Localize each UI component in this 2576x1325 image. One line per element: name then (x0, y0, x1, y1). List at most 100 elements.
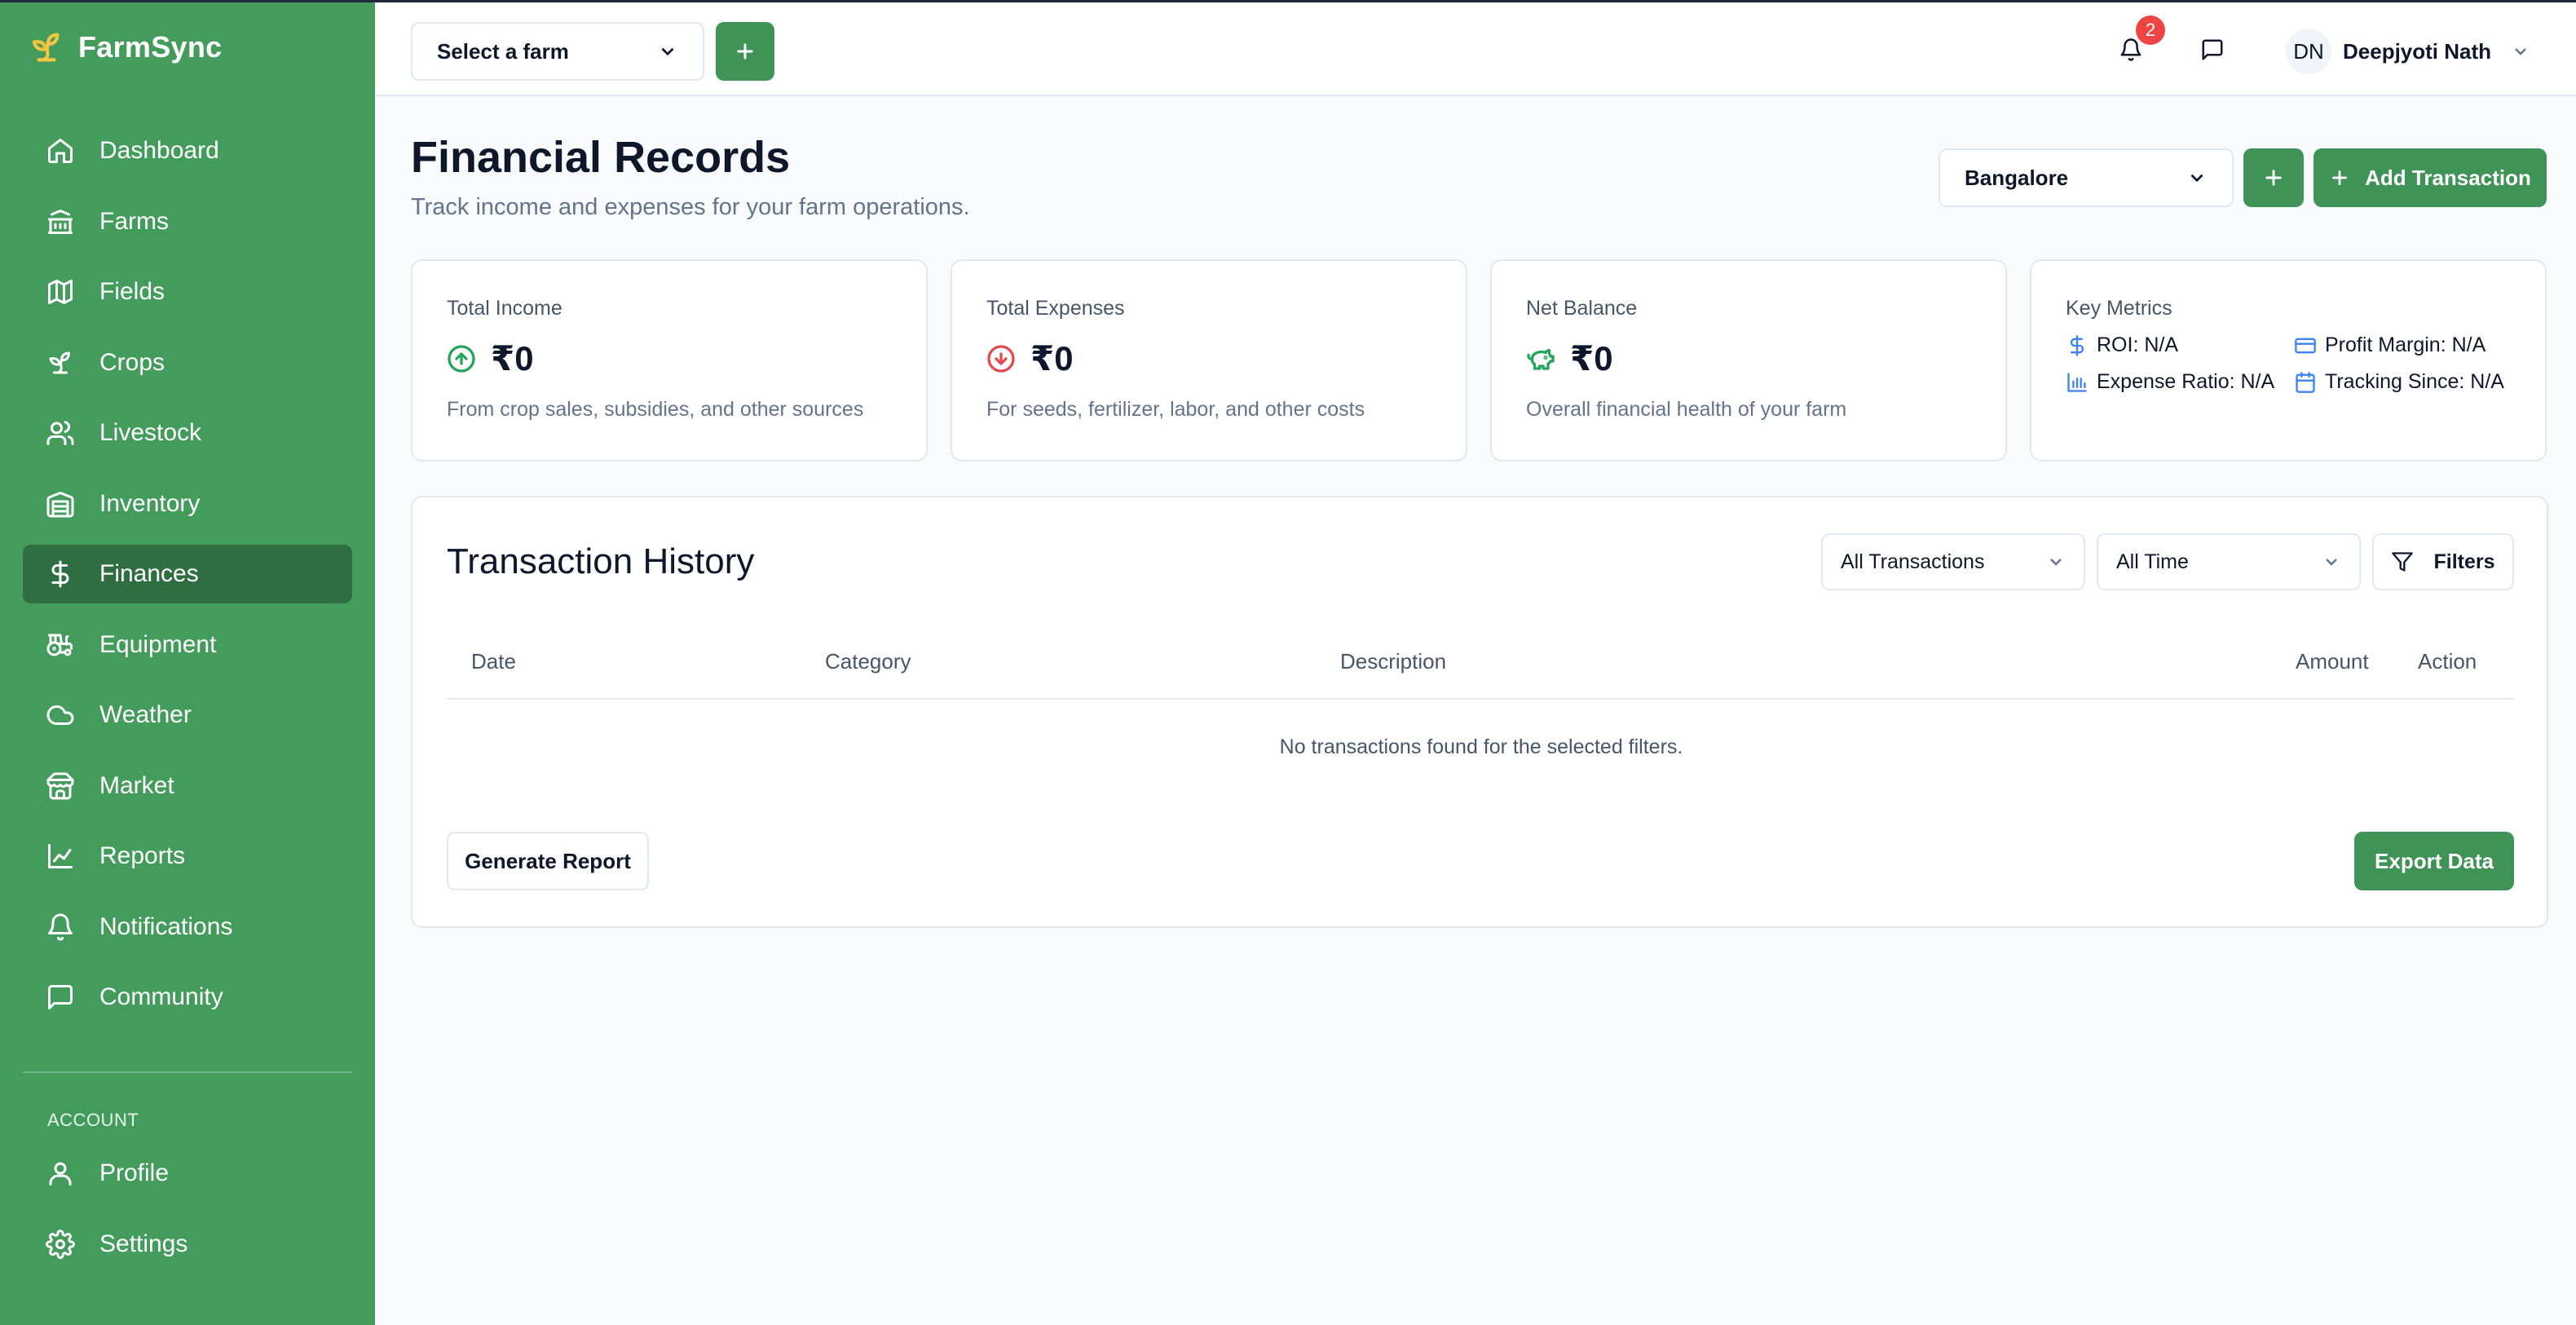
sidebar-item-label: Weather (99, 701, 192, 728)
sidebar-item-settings[interactable]: Settings (23, 1215, 352, 1274)
sidebar-item-notifications[interactable]: Notifications (23, 898, 352, 956)
sidebar-item-crops[interactable]: Crops (23, 333, 352, 392)
stat-label: Total Expenses (986, 297, 1125, 320)
transaction-type-select[interactable]: All Transactions (1821, 533, 2085, 590)
gear-icon (46, 1229, 75, 1259)
home-icon (48, 139, 73, 163)
stat-value: ₹0 (491, 339, 534, 378)
stat-description: Overall financial health of your farm (1526, 398, 1847, 421)
bar-chart-icon (2067, 372, 2087, 392)
sprout-logo-icon (32, 33, 60, 62)
messages-button[interactable] (2193, 30, 2232, 69)
total-income-card: Total Income ₹0 From crop sales, subsidi… (411, 259, 928, 462)
location-select[interactable]: Bangalore (1939, 148, 2234, 207)
sidebar-item-label: Dashboard (99, 137, 219, 164)
chevron-down-icon (2326, 559, 2337, 566)
generate-report-button[interactable]: Generate Report (447, 832, 649, 890)
net-balance-card: Net Balance ₹0 Overall financial health … (1490, 259, 2007, 462)
metric-text: Tracking Since: N/A (2325, 370, 2504, 393)
brand-name: FarmSync (78, 30, 223, 64)
notification-count-badge: 2 (2136, 15, 2165, 45)
page-title: Financial Records (411, 133, 791, 182)
location-select-value: Bangalore (1965, 165, 2069, 190)
stat-label: Net Balance (1526, 297, 1638, 320)
sidebar-item-label: Notifications (99, 912, 233, 940)
farm-select[interactable]: Select a farm (411, 22, 704, 81)
export-data-button[interactable]: Export Data (2354, 832, 2514, 890)
sidebar-item-dashboard[interactable]: Dashboard (23, 121, 352, 180)
sidebar-item-market[interactable]: Market (23, 757, 352, 815)
sidebar-item-reports[interactable]: Reports (23, 827, 352, 886)
add-transaction-label: Add Transaction (2365, 165, 2531, 190)
sidebar-item-inventory[interactable]: Inventory (23, 475, 352, 533)
total-expenses-card: Total Expenses ₹0 For seeds, fertilizer,… (951, 259, 1467, 462)
stat-description: From crop sales, subsidies, and other so… (447, 398, 864, 421)
sidebar-item-label: Market (99, 771, 174, 799)
sidebar-item-community[interactable]: Community (23, 968, 352, 1027)
column-header-amount[interactable]: Amount (2296, 649, 2369, 674)
avatar: DN (2286, 29, 2331, 74)
plus-icon (2265, 170, 2282, 186)
filters-button[interactable]: Filters (2372, 533, 2514, 590)
metrics-grid: ROI: N/A Profit Margin: N/A Expense Rati… (2066, 333, 2545, 394)
message-icon (2202, 39, 2223, 60)
sidebar-item-fields[interactable]: Fields (23, 263, 352, 321)
arrow-down-circle-icon (987, 344, 1015, 373)
sprout-icon (49, 351, 70, 373)
metric-text: Profit Margin: N/A (2325, 333, 2486, 356)
map-icon (48, 280, 73, 304)
credit-card-icon (2295, 338, 2316, 353)
sidebar-item-finances[interactable]: Finances (23, 545, 352, 603)
stat-description: For seeds, fertilizer, labor, and other … (986, 398, 1365, 421)
users-icon (46, 421, 74, 445)
arrow-up-circle-icon (448, 344, 475, 373)
column-header-description[interactable]: Description (1340, 649, 1446, 674)
account-nav: Profile Settings (23, 1144, 352, 1285)
filters-label: Filters (2433, 550, 2495, 573)
user-menu[interactable]: DN Deepjyoti Nath (2286, 29, 2530, 74)
line-chart-icon (48, 844, 73, 868)
sidebar-item-label: Livestock (99, 419, 202, 446)
column-header-category[interactable]: Category (825, 649, 911, 674)
add-farm-button[interactable] (716, 22, 774, 81)
account-section-label: ACCOUNT (47, 1110, 139, 1130)
sidebar-item-label: Fields (99, 278, 165, 305)
user-icon (49, 1162, 72, 1186)
filter-icon (2392, 552, 2414, 572)
topbar: Select a farm 2 DN Deepjyoti Nath (375, 0, 2576, 96)
sidebar-item-label: Profile (99, 1159, 170, 1186)
bank-icon (48, 209, 73, 234)
cloud-icon (46, 705, 74, 725)
metric-expense-ratio: Expense Ratio: N/A (2066, 370, 2294, 394)
chevron-down-icon (2515, 48, 2526, 55)
add-transaction-button[interactable]: Add Transaction (2314, 148, 2547, 207)
dollar-icon (2070, 334, 2084, 356)
section-title: Transaction History (447, 541, 755, 581)
sidebar-item-weather[interactable]: Weather (23, 686, 352, 744)
sidebar-item-label: Farms (99, 207, 169, 235)
sidebar-item-farms[interactable]: Farms (23, 192, 352, 251)
column-header-date[interactable]: Date (471, 649, 516, 674)
sidebar-item-label: Reports (99, 842, 186, 869)
empty-state-message: No transactions found for the selected f… (1279, 735, 1683, 758)
piggy-bank-icon (1527, 348, 1555, 370)
bell-icon (2120, 38, 2142, 61)
sidebar-divider (23, 1071, 352, 1073)
chevron-down-icon (661, 47, 674, 56)
plus-icon (737, 43, 753, 60)
calendar-icon (2296, 371, 2315, 393)
main-nav: Dashboard Farms Fields Crops Livestock I… (23, 121, 352, 1039)
sidebar: FarmSync Dashboard Farms Fields Crops Li… (0, 0, 375, 1325)
add-location-button[interactable] (2243, 148, 2304, 207)
table-header-divider (447, 698, 2514, 700)
brand[interactable]: FarmSync (28, 29, 222, 66)
sidebar-item-equipment[interactable]: Equipment (23, 616, 352, 674)
sidebar-item-livestock[interactable]: Livestock (23, 404, 352, 462)
stat-value-row: ₹0 (1526, 338, 2005, 378)
sidebar-item-profile[interactable]: Profile (23, 1144, 352, 1203)
metric-roi: ROI: N/A (2066, 333, 2294, 357)
metric-text: ROI: N/A (2097, 333, 2179, 356)
time-range-select[interactable]: All Time (2097, 533, 2361, 590)
bell-icon (48, 913, 73, 940)
farm-select-value: Select a farm (437, 38, 569, 64)
